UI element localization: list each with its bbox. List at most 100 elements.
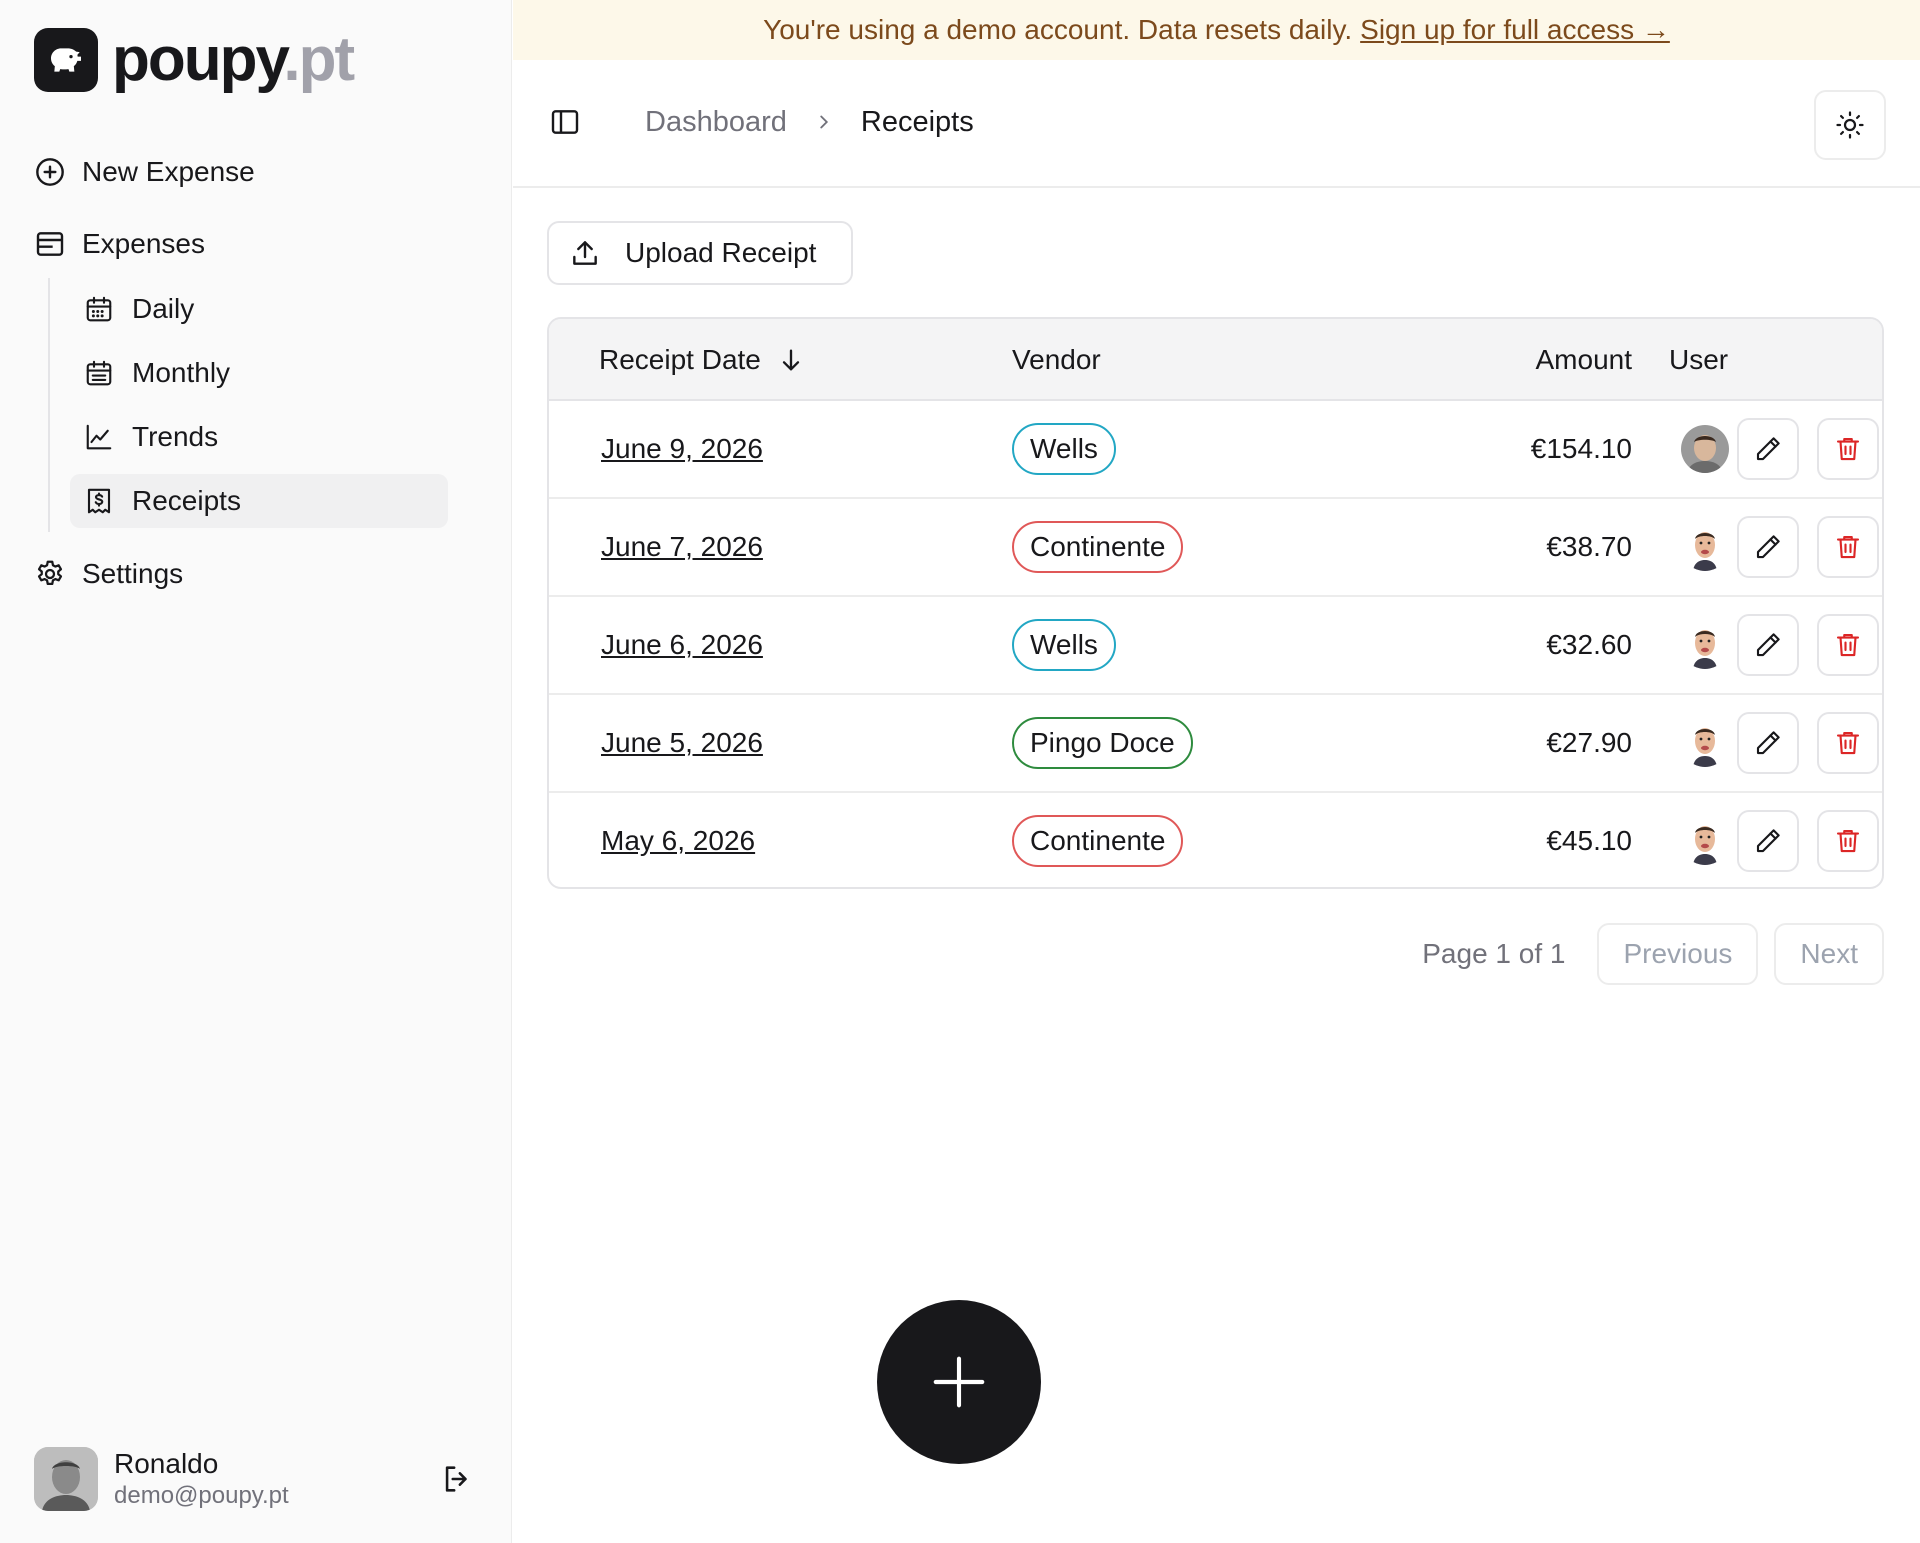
sidebar-item-label: Receipts	[132, 485, 241, 516]
sidebar-item-new-expense[interactable]: New Expense	[34, 148, 255, 196]
logo-wordmark: poupy.pt	[112, 25, 355, 94]
add-expense-fab[interactable]	[877, 1300, 1041, 1464]
main-content: You're using a demo account. Data resets…	[513, 0, 1920, 1543]
receipt-date-link[interactable]: June 7, 2026	[601, 531, 763, 563]
sidebar-item-label: Settings	[82, 558, 184, 589]
edit-button[interactable]	[1737, 614, 1799, 676]
avatar	[1681, 425, 1729, 473]
sidebar-item-settings[interactable]: Settings	[34, 550, 183, 598]
sidebar: poupy.pt New Expense Expenses Daily Mont…	[0, 0, 512, 1543]
pencil-icon	[1756, 535, 1780, 559]
sidebar-item-trends[interactable]: Trends	[70, 410, 448, 464]
date-cell: June 6, 2026	[601, 597, 763, 693]
gear-icon	[37, 560, 63, 585]
user-cell	[1681, 401, 1729, 497]
plus-circle-icon	[36, 158, 64, 186]
signup-link[interactable]: Sign up for full access →	[1360, 14, 1670, 46]
table-row: May 6, 2026 Continente €45.10	[549, 793, 1882, 887]
line-chart-icon	[86, 424, 112, 450]
vendor-cell: Wells	[1012, 597, 1116, 693]
receipt-date-link[interactable]: June 5, 2026	[601, 727, 763, 759]
sidebar-item-label: New Expense	[82, 156, 255, 187]
sidebar-item-label: Daily	[132, 293, 195, 324]
amount-cell: €154.10	[1530, 433, 1632, 464]
logo-tld: .pt	[283, 25, 355, 94]
delete-button[interactable]	[1817, 810, 1879, 872]
upload-receipt-button[interactable]: Upload Receipt	[547, 221, 853, 285]
table-row: June 9, 2026 Wells €154.10	[549, 401, 1882, 499]
column-label: Amount	[1535, 344, 1633, 375]
sidebar-toggle-icon[interactable]	[549, 106, 581, 138]
user-name: Ronaldo	[114, 1448, 219, 1479]
date-cell: June 5, 2026	[601, 695, 763, 791]
vendor-badge: Wells	[1012, 619, 1116, 671]
vendor-cell: Wells	[1012, 401, 1116, 497]
edit-button[interactable]	[1737, 418, 1799, 480]
user-cell	[1681, 499, 1729, 595]
avatar	[1681, 719, 1729, 767]
logo-brand: poupy	[112, 25, 285, 94]
vendor-cell: Pingo Doce	[1012, 695, 1193, 791]
edit-button[interactable]	[1737, 712, 1799, 774]
vendor-badge: Continente	[1012, 521, 1184, 573]
receipt-icon	[87, 488, 111, 514]
arrow-down-icon[interactable]	[777, 346, 805, 374]
avatar	[1681, 817, 1729, 865]
previous-button[interactable]: Previous	[1597, 923, 1759, 985]
trash-icon	[1836, 633, 1860, 657]
sidebar-item-expenses[interactable]: Expenses	[34, 220, 205, 268]
user-cell	[1681, 793, 1729, 887]
delete-button[interactable]	[1817, 712, 1879, 774]
column-label: Receipt Date	[599, 344, 761, 375]
breadcrumb-dashboard[interactable]: Dashboard	[645, 106, 787, 139]
avatar	[34, 1447, 98, 1511]
receipt-date-link[interactable]: May 6, 2026	[601, 825, 755, 857]
page-info: Page 1 of 1	[1422, 938, 1566, 969]
user-cell	[1681, 597, 1729, 693]
logout-icon[interactable]	[440, 1462, 474, 1496]
date-cell: June 9, 2026	[601, 401, 763, 497]
trash-icon	[1836, 437, 1860, 461]
vendor-badge: Wells	[1012, 423, 1116, 475]
sidebar-item-receipts[interactable]: Receipts	[70, 474, 448, 528]
edit-button[interactable]	[1737, 810, 1799, 872]
pencil-icon	[1756, 731, 1780, 755]
upload-icon	[573, 241, 597, 265]
column-label: User	[1669, 344, 1729, 375]
banner-text: You're using a demo account. Data resets…	[763, 14, 1353, 45]
vendor-cell: Continente	[1012, 499, 1184, 595]
sidebar-item-monthly[interactable]: Monthly	[70, 346, 448, 400]
pagination: Page 1 of 1 Previous Next	[1422, 923, 1884, 985]
amount-cell: €32.60	[1546, 629, 1632, 660]
table-row: June 5, 2026 Pingo Doce €27.90	[549, 695, 1882, 793]
amount-cell: €38.70	[1546, 531, 1632, 562]
avatar	[1681, 523, 1729, 571]
upload-label: Upload Receipt	[625, 237, 817, 268]
user-email: demo@poupy.pt	[114, 1482, 289, 1509]
receipt-date-link[interactable]: June 6, 2026	[601, 629, 763, 661]
next-button[interactable]: Next	[1774, 923, 1884, 985]
vendor-badge: Pingo Doce	[1012, 717, 1193, 769]
trash-icon	[1836, 829, 1860, 853]
receipt-date-link[interactable]: June 9, 2026	[601, 433, 763, 465]
sidebar-item-daily[interactable]: Daily	[70, 282, 448, 336]
breadcrumb-current: Receipts	[860, 105, 974, 138]
delete-button[interactable]	[1817, 418, 1879, 480]
delete-button[interactable]	[1817, 614, 1879, 676]
theme-toggle-button[interactable]	[1814, 90, 1886, 160]
date-cell: June 7, 2026	[601, 499, 763, 595]
vendor-badge: Continente	[1012, 815, 1184, 867]
receipts-table: Receipt Date Vendor Amount User June 9, …	[547, 317, 1884, 889]
date-cell: May 6, 2026	[601, 793, 755, 887]
user-card[interactable]: Ronaldo demo@poupy.pt	[34, 1446, 474, 1512]
trash-icon	[1836, 731, 1860, 755]
wallet-icon	[36, 232, 64, 256]
calendar-grid-icon	[86, 296, 112, 322]
delete-button[interactable]	[1817, 516, 1879, 578]
edit-button[interactable]	[1737, 516, 1799, 578]
logo[interactable]: poupy.pt	[34, 25, 355, 94]
column-header-receipt-date[interactable]: Receipt Date	[599, 319, 805, 401]
avatar	[1681, 621, 1729, 669]
submenu-rail	[48, 278, 50, 532]
table-header: Receipt Date Vendor Amount User	[549, 319, 1882, 401]
